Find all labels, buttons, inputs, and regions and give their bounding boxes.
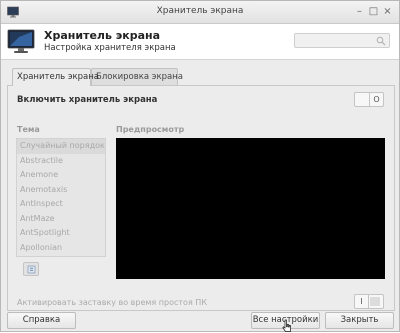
- search-box[interactable]: [294, 33, 390, 48]
- screensaver-app-icon: [7, 29, 35, 53]
- dialog-header: Хранитель экрана Настройка хранителя экр…: [1, 24, 399, 60]
- screensaver-window: Хранитель экрана – □ × Хранитель экрана …: [0, 0, 400, 332]
- theme-label: Тема: [17, 125, 40, 134]
- theme-item[interactable]: Anemotaxis: [17, 183, 105, 198]
- theme-item[interactable]: Apollonian: [17, 241, 105, 256]
- search-icon: [376, 36, 386, 46]
- title-bar[interactable]: Хранитель экрана – □ ×: [1, 1, 399, 24]
- theme-item[interactable]: AntMaze: [17, 212, 105, 227]
- theme-list[interactable]: Случайный порядок Abstractile Anemone An…: [16, 138, 106, 257]
- window-title: Хранитель экрана: [156, 6, 244, 16]
- theme-item[interactable]: Anemone: [17, 168, 105, 183]
- preview-label: Предпросмотр: [116, 125, 185, 134]
- theme-item[interactable]: Случайный порядок: [17, 139, 105, 154]
- maximize-button[interactable]: □: [367, 6, 380, 18]
- toggle-knob: O: [369, 93, 383, 106]
- toggle-knob: I: [355, 295, 369, 308]
- mouse-cursor-icon: [282, 319, 291, 332]
- activate-on-idle-label: Активировать заставку во время простоя П…: [17, 298, 207, 307]
- help-button[interactable]: Справка: [7, 312, 76, 329]
- tab-screensaver[interactable]: Хранитель экрана: [12, 68, 99, 86]
- toggle-track: [370, 297, 380, 306]
- search-input[interactable]: [297, 35, 379, 48]
- enable-screensaver-toggle[interactable]: O: [354, 92, 384, 107]
- theme-item[interactable]: AntSpotlight: [17, 226, 105, 241]
- theme-settings-button[interactable]: [23, 262, 39, 276]
- theme-item[interactable]: Abstractile: [17, 154, 105, 169]
- close-window-button[interactable]: ×: [381, 6, 394, 18]
- enable-screensaver-label: Включить хранитель экрана: [17, 95, 158, 105]
- header-subtitle: Настройка хранителя экрана: [44, 43, 176, 53]
- theme-item[interactable]: AntInspect: [17, 197, 105, 212]
- minimize-button[interactable]: –: [353, 6, 366, 18]
- screensaver-preview: [116, 138, 385, 279]
- header-title: Хранитель экрана: [44, 29, 161, 42]
- activate-on-idle-toggle[interactable]: I: [354, 294, 384, 309]
- close-button[interactable]: Закрыть: [325, 312, 394, 329]
- tab-lock-screen[interactable]: Блокировка экрана: [91, 68, 183, 85]
- settings-icon: [27, 265, 36, 274]
